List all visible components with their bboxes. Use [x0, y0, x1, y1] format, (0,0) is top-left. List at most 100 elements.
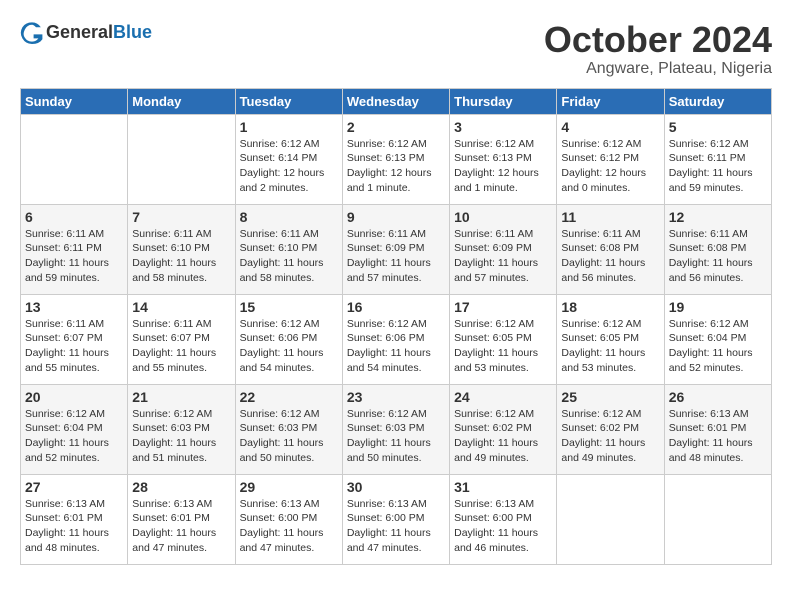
day-number: 28 — [132, 479, 230, 495]
calendar-cell: 7Sunrise: 6:11 AMSunset: 6:10 PMDaylight… — [128, 204, 235, 294]
calendar-cell: 15 Sunrise: 6:12 AMSunset: 6:06 PMDayligh… — [235, 294, 342, 384]
day-number: 26 — [669, 389, 767, 405]
day-detail: Sunrise: 6:11 AMSunset: 6:10 PMDaylight:… — [132, 227, 230, 286]
day-number: 6 — [25, 209, 123, 225]
day-number: 25 — [561, 389, 659, 405]
day-number: 21 — [132, 389, 230, 405]
day-detail: Sunrise: 6:12 AMSunset: 6:13 PMDaylight:… — [347, 137, 445, 196]
day-detail: Sunrise: 6:11 AMSunset: 6:07 PMDaylight:… — [25, 317, 123, 376]
calendar-cell — [557, 474, 664, 564]
day-detail: Sunrise: 6:12 AMSunset: 6:06 PMDaylight:… — [347, 317, 445, 376]
day-number: 8 — [240, 209, 338, 225]
title-block: October 2024 Angware, Plateau, Nigeria — [544, 20, 772, 78]
day-number: 10 — [454, 209, 552, 225]
day-detail: Sunrise: 6:12 AMSunset: 6:04 PMDaylight:… — [669, 317, 767, 376]
calendar-cell: 29 Sunrise: 6:13 AMSunset: 6:00 PMDayligh… — [235, 474, 342, 564]
calendar-cell: 6Sunrise: 6:11 AMSunset: 6:11 PMDaylight… — [21, 204, 128, 294]
day-detail: Sunrise: 6:12 AMSunset: 6:03 PMDaylight:… — [347, 407, 445, 466]
calendar-cell: 20 Sunrise: 6:12 AMSunset: 6:04 PMDayligh… — [21, 384, 128, 474]
week-row-2: 6Sunrise: 6:11 AMSunset: 6:11 PMDaylight… — [21, 204, 772, 294]
calendar-cell: 8 Sunrise: 6:11 AMSunset: 6:10 PMDaylight… — [235, 204, 342, 294]
calendar-cell: 2 Sunrise: 6:12 AMSunset: 6:13 PMDaylight… — [342, 114, 449, 204]
day-number: 9 — [347, 209, 445, 225]
logo-general-text: General — [46, 22, 113, 42]
day-number: 2 — [347, 119, 445, 135]
month-title: October 2024 — [544, 20, 772, 60]
weekday-header-saturday: Saturday — [664, 88, 771, 114]
calendar-cell: 9 Sunrise: 6:11 AMSunset: 6:09 PMDaylight… — [342, 204, 449, 294]
weekday-header-row: SundayMondayTuesdayWednesdayThursdayFrid… — [21, 88, 772, 114]
day-detail: Sunrise: 6:13 AMSunset: 6:00 PMDaylight:… — [454, 497, 552, 556]
day-number: 13 — [25, 299, 123, 315]
calendar-cell: 18 Sunrise: 6:12 AMSunset: 6:05 PMDayligh… — [557, 294, 664, 384]
calendar-cell: 17Sunrise: 6:12 AMSunset: 6:05 PMDayligh… — [450, 294, 557, 384]
day-detail: Sunrise: 6:12 AMSunset: 6:05 PMDaylight:… — [561, 317, 659, 376]
day-detail: Sunrise: 6:12 AMSunset: 6:11 PMDaylight:… — [669, 137, 767, 196]
calendar-cell: 24 Sunrise: 6:12 AMSunset: 6:02 PMDayligh… — [450, 384, 557, 474]
day-detail: Sunrise: 6:11 AMSunset: 6:09 PMDaylight:… — [347, 227, 445, 286]
generalblue-icon — [20, 20, 44, 44]
calendar-cell: 4 Sunrise: 6:12 AMSunset: 6:12 PMDaylight… — [557, 114, 664, 204]
calendar-cell: 27 Sunrise: 6:13 AMSunset: 6:01 PMDayligh… — [21, 474, 128, 564]
weekday-header-wednesday: Wednesday — [342, 88, 449, 114]
calendar-table: SundayMondayTuesdayWednesdayThursdayFrid… — [20, 88, 772, 565]
calendar-cell: 22Sunrise: 6:12 AMSunset: 6:03 PMDayligh… — [235, 384, 342, 474]
day-number: 16 — [347, 299, 445, 315]
day-number: 24 — [454, 389, 552, 405]
calendar-cell: 13 Sunrise: 6:11 AMSunset: 6:07 PMDayligh… — [21, 294, 128, 384]
day-number: 29 — [240, 479, 338, 495]
day-number: 19 — [669, 299, 767, 315]
day-detail: Sunrise: 6:11 AMSunset: 6:09 PMDaylight:… — [454, 227, 552, 286]
day-number: 5 — [669, 119, 767, 135]
calendar-cell — [21, 114, 128, 204]
location-subtitle: Angware, Plateau, Nigeria — [544, 60, 772, 78]
calendar-cell: 14 Sunrise: 6:11 AMSunset: 6:07 PMDayligh… — [128, 294, 235, 384]
day-detail: Sunrise: 6:11 AMSunset: 6:10 PMDaylight:… — [240, 227, 338, 286]
day-detail: Sunrise: 6:13 AMSunset: 6:00 PMDaylight:… — [347, 497, 445, 556]
calendar-cell: 23 Sunrise: 6:12 AMSunset: 6:03 PMDayligh… — [342, 384, 449, 474]
day-detail: Sunrise: 6:11 AMSunset: 6:08 PMDaylight:… — [561, 227, 659, 286]
week-row-3: 13 Sunrise: 6:11 AMSunset: 6:07 PMDayligh… — [21, 294, 772, 384]
day-detail: Sunrise: 6:12 AMSunset: 6:12 PMDaylight:… — [561, 137, 659, 196]
weekday-header-friday: Friday — [557, 88, 664, 114]
week-row-5: 27 Sunrise: 6:13 AMSunset: 6:01 PMDayligh… — [21, 474, 772, 564]
logo: GeneralBlue — [20, 20, 152, 44]
day-detail: Sunrise: 6:12 AMSunset: 6:14 PMDaylight:… — [240, 137, 338, 196]
calendar-cell — [664, 474, 771, 564]
calendar-cell: 16 Sunrise: 6:12 AMSunset: 6:06 PMDayligh… — [342, 294, 449, 384]
day-number: 27 — [25, 479, 123, 495]
day-number: 1 — [240, 119, 338, 135]
week-row-4: 20 Sunrise: 6:12 AMSunset: 6:04 PMDayligh… — [21, 384, 772, 474]
day-detail: Sunrise: 6:12 AMSunset: 6:02 PMDaylight:… — [454, 407, 552, 466]
day-detail: Sunrise: 6:12 AMSunset: 6:13 PMDaylight:… — [454, 137, 552, 196]
calendar-cell: 28 Sunrise: 6:13 AMSunset: 6:01 PMDayligh… — [128, 474, 235, 564]
day-number: 23 — [347, 389, 445, 405]
day-number: 15 — [240, 299, 338, 315]
day-detail: Sunrise: 6:13 AMSunset: 6:01 PMDaylight:… — [25, 497, 123, 556]
day-detail: Sunrise: 6:12 AMSunset: 6:06 PMDaylight:… — [240, 317, 338, 376]
day-detail: Sunrise: 6:12 AMSunset: 6:02 PMDaylight:… — [561, 407, 659, 466]
day-detail: Sunrise: 6:12 AMSunset: 6:05 PMDaylight:… — [454, 317, 552, 376]
calendar-cell: 5 Sunrise: 6:12 AMSunset: 6:11 PMDaylight… — [664, 114, 771, 204]
day-detail: Sunrise: 6:12 AMSunset: 6:03 PMDaylight:… — [132, 407, 230, 466]
page-header: GeneralBlue October 2024 Angware, Platea… — [20, 20, 772, 78]
day-number: 14 — [132, 299, 230, 315]
day-detail: Sunrise: 6:11 AMSunset: 6:07 PMDaylight:… — [132, 317, 230, 376]
weekday-header-sunday: Sunday — [21, 88, 128, 114]
calendar-cell — [128, 114, 235, 204]
week-row-1: 1 Sunrise: 6:12 AMSunset: 6:14 PMDaylight… — [21, 114, 772, 204]
weekday-header-tuesday: Tuesday — [235, 88, 342, 114]
calendar-cell: 30Sunrise: 6:13 AMSunset: 6:00 PMDayligh… — [342, 474, 449, 564]
day-number: 18 — [561, 299, 659, 315]
weekday-header-monday: Monday — [128, 88, 235, 114]
day-number: 4 — [561, 119, 659, 135]
logo-blue-text: Blue — [113, 22, 152, 42]
day-detail: Sunrise: 6:13 AMSunset: 6:01 PMDaylight:… — [132, 497, 230, 556]
day-detail: Sunrise: 6:12 AMSunset: 6:04 PMDaylight:… — [25, 407, 123, 466]
calendar-cell: 1 Sunrise: 6:12 AMSunset: 6:14 PMDaylight… — [235, 114, 342, 204]
calendar-cell: 3Sunrise: 6:12 AMSunset: 6:13 PMDaylight… — [450, 114, 557, 204]
calendar-cell: 25 Sunrise: 6:12 AMSunset: 6:02 PMDayligh… — [557, 384, 664, 474]
calendar-cell: 19 Sunrise: 6:12 AMSunset: 6:04 PMDayligh… — [664, 294, 771, 384]
day-number: 20 — [25, 389, 123, 405]
day-detail: Sunrise: 6:13 AMSunset: 6:00 PMDaylight:… — [240, 497, 338, 556]
